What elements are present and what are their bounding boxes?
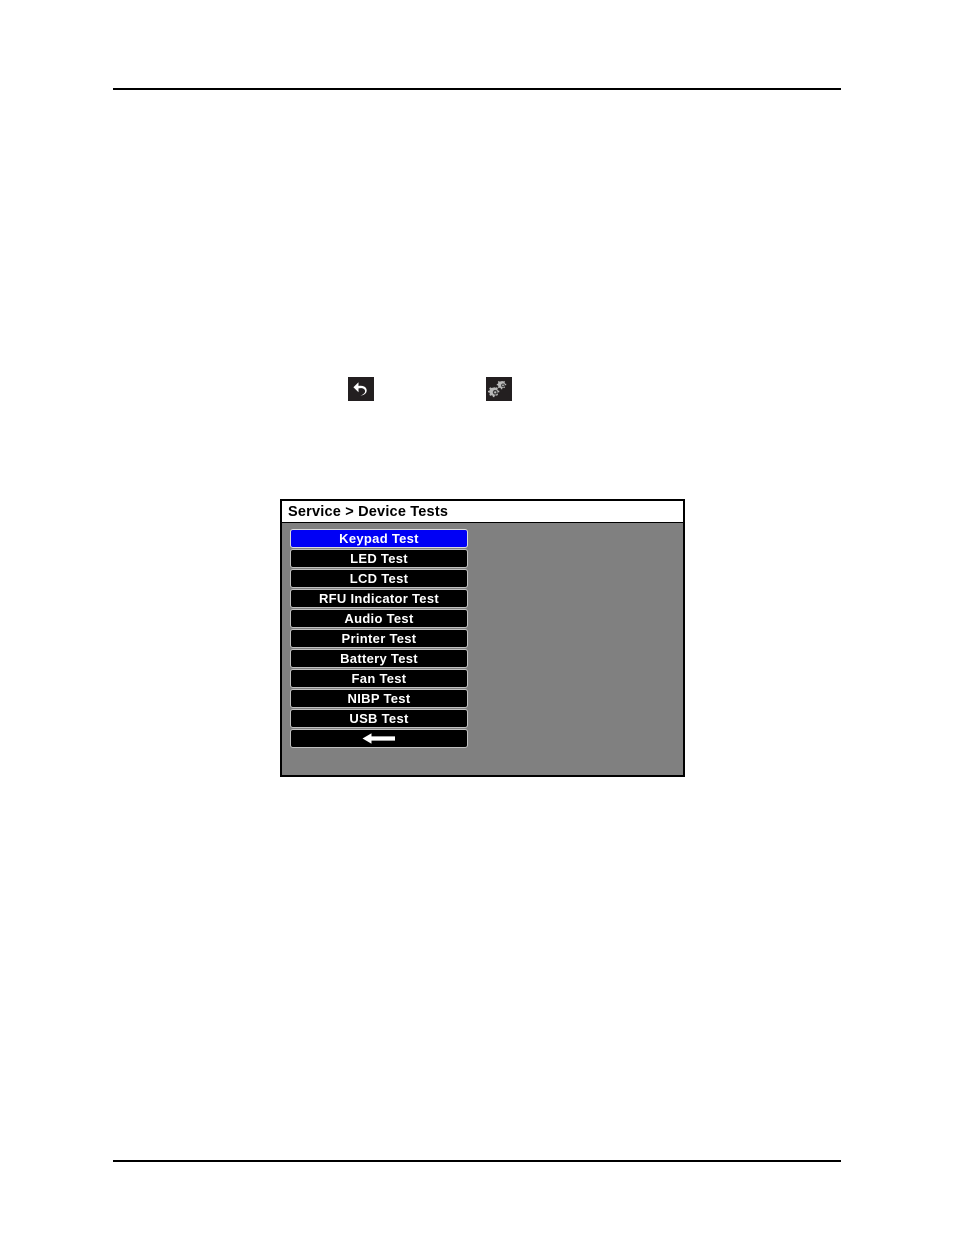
menu-item-lcd-test[interactable]: LCD Test: [290, 569, 468, 588]
device-titlebar: Service > Device Tests: [282, 501, 683, 523]
breadcrumb: Service > Device Tests: [288, 503, 449, 520]
page-header-rule: [113, 88, 841, 90]
menu-item-label: Battery Test: [340, 651, 418, 666]
back-button[interactable]: [290, 729, 468, 748]
back-arrow-icon: [348, 377, 374, 401]
menu-item-printer-test[interactable]: Printer Test: [290, 629, 468, 648]
menu-item-label: Printer Test: [341, 631, 417, 646]
left-arrow-icon: [362, 732, 396, 745]
gears-settings-icon: [486, 377, 512, 401]
menu-item-label: Audio Test: [344, 611, 414, 626]
menu-item-usb-test[interactable]: USB Test: [290, 709, 468, 728]
menu-item-label: USB Test: [349, 711, 409, 726]
menu-item-label: LCD Test: [349, 571, 409, 586]
menu-item-keypad-test[interactable]: Keypad Test: [290, 529, 468, 548]
device-screenshot: Service > Device Tests Keypad Test LED T…: [280, 499, 685, 777]
menu-item-nibp-test[interactable]: NIBP Test: [290, 689, 468, 708]
menu-item-rfu-indicator-test[interactable]: RFU Indicator Test: [290, 589, 468, 608]
device-tests-menu: Keypad Test LED Test LCD Test RFU Indica…: [290, 529, 468, 748]
menu-item-label: Fan Test: [351, 671, 407, 686]
device-body: Keypad Test LED Test LCD Test RFU Indica…: [282, 523, 683, 774]
menu-item-audio-test[interactable]: Audio Test: [290, 609, 468, 628]
menu-item-fan-test[interactable]: Fan Test: [290, 669, 468, 688]
menu-item-led-test[interactable]: LED Test: [290, 549, 468, 568]
menu-item-label: Keypad Test: [339, 531, 419, 546]
page-footer-rule: [113, 1160, 841, 1162]
menu-item-battery-test[interactable]: Battery Test: [290, 649, 468, 668]
menu-item-label: NIBP Test: [347, 691, 411, 706]
menu-item-label: RFU Indicator Test: [318, 591, 439, 606]
menu-item-label: LED Test: [350, 551, 408, 566]
